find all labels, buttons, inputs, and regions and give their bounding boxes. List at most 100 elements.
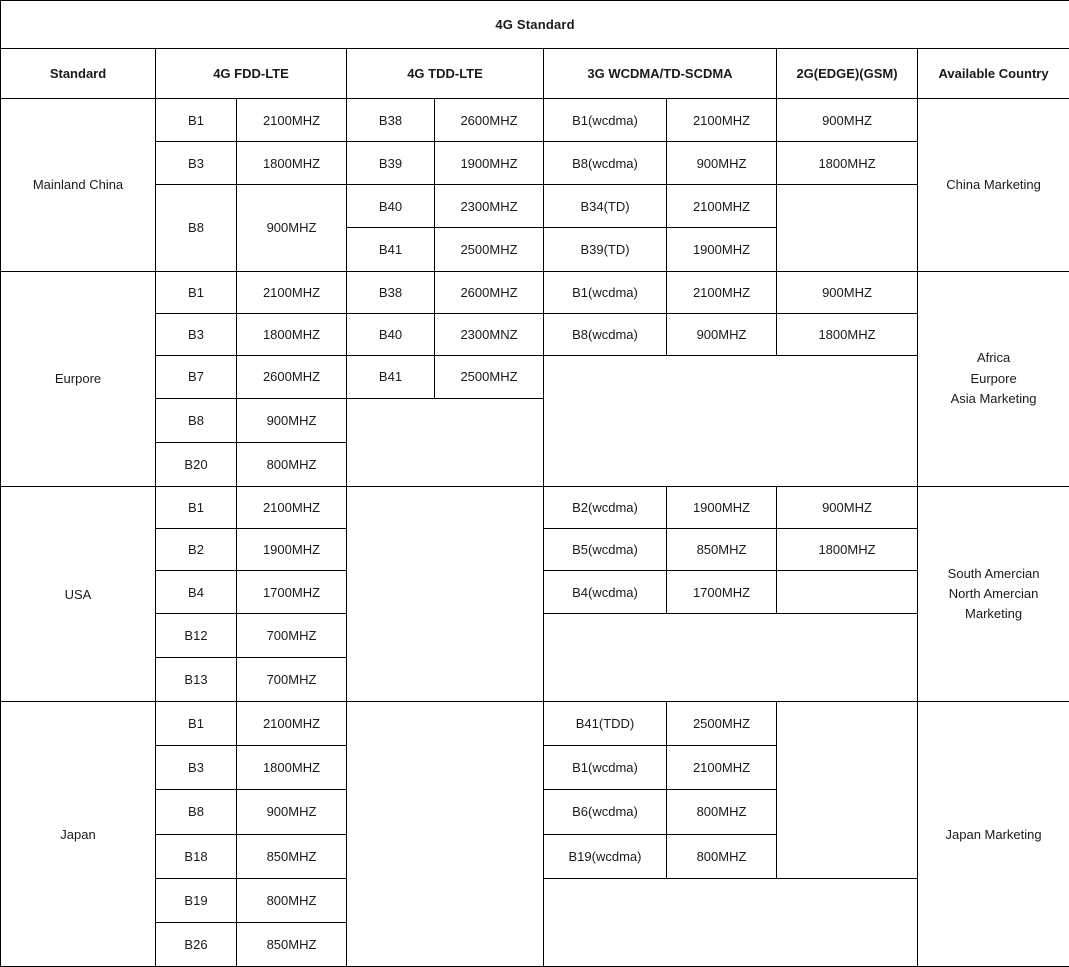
col-header-wcdma: 3G WCDMA/TD-SCDMA: [543, 48, 777, 100]
table-row: B7 2600MHZ B41 2500MHZ: [1, 354, 1069, 487]
table-row: Mainland China B1 2100MHZ B38 2600MHZ B1…: [0, 98, 1069, 272]
spreadsheet-sheet: 4G Standard Standard 4G FDD-LTE 4G TDD-L…: [0, 0, 1069, 967]
fdd-freq: 1900MHZ: [236, 527, 347, 572]
tdd-band: B38: [346, 98, 435, 143]
wcdma-freq: 2100MHZ: [666, 745, 777, 791]
fdd-freq: 850MHZ: [236, 921, 347, 967]
section-market-usa: South Amercian North Amercian Marketing: [916, 485, 1069, 703]
fdd-band: B19: [155, 877, 237, 923]
market-line: Eurpore: [970, 370, 1017, 386]
fdd-freq: 2100MHZ: [236, 270, 347, 314]
wcdma-freq: 1700MHZ: [666, 570, 777, 615]
fdd-band: B1: [155, 701, 237, 747]
tdd-band: B38: [346, 270, 435, 314]
fdd-freq: 1800MHZ: [236, 141, 347, 186]
col-header-gsm: 2G(EDGE)(GSM): [776, 48, 918, 100]
gsm-freq: 1800MHZ: [776, 141, 918, 186]
fdd-band: B8: [155, 184, 237, 272]
section-name-europe: Eurpore: [0, 270, 156, 487]
tdd-band: B41: [346, 354, 435, 399]
fdd-freq: 700MHZ: [236, 657, 347, 703]
table-row: B8 900MHZ B40 2300MHZ B34(TD) 2100MHZ: [1, 184, 1069, 272]
wcdma-freq: 900MHZ: [666, 312, 777, 356]
fdd-band: B1: [155, 485, 237, 529]
wcdma-band: B4(wcdma): [543, 570, 667, 615]
fdd-freq: 2600MHZ: [236, 354, 347, 399]
tdd-freq: 2500MHZ: [434, 227, 544, 272]
gsm-freq: 900MHZ: [776, 98, 918, 143]
fdd-freq: 1800MHZ: [236, 312, 347, 356]
page-title: 4G Standard: [0, 0, 1069, 50]
wcdma-band: B2(wcdma): [543, 485, 667, 529]
fdd-freq: 800MHZ: [236, 441, 347, 487]
wcdma-band: B1(wcdma): [543, 98, 667, 143]
market-line: Asia Marketing: [950, 390, 1037, 406]
tdd-freq: 1900MHZ: [434, 141, 544, 186]
wcdma-band: B39(TD): [543, 227, 667, 272]
wcdma-freq: 2100MHZ: [666, 98, 777, 143]
tdd-band: B41: [346, 227, 435, 272]
fdd-freq: 2100MHZ: [236, 98, 347, 143]
wcdma-freq: 850MHZ: [666, 527, 777, 572]
fdd-freq: 1800MHZ: [236, 745, 347, 791]
wcdma-gsm-empty: [543, 877, 918, 967]
wcdma-band: B1(wcdma): [543, 745, 667, 791]
tdd-band: B39: [346, 141, 435, 186]
gsm-empty: [776, 184, 918, 272]
tdd-empty: [346, 485, 544, 703]
table-row: USA B1 2100MHZ B2(wcdma) 1900MHZ 900MHZ …: [0, 485, 1069, 703]
market-line: North Amercian: [948, 586, 1039, 602]
wcdma-freq: 900MHZ: [666, 141, 777, 186]
gsm-freq: 1800MHZ: [776, 312, 918, 356]
wcdma-gsm-empty: [543, 354, 918, 487]
fdd-band: B20: [155, 441, 237, 487]
fdd-band: B8: [155, 397, 237, 443]
fdd-band: B26: [155, 921, 237, 967]
gsm-empty: [776, 701, 918, 879]
section-market-china: China Marketing: [916, 98, 1069, 272]
fdd-band: B13: [155, 657, 237, 703]
fdd-band: B3: [155, 141, 237, 186]
wcdma-band: B19(wcdma): [543, 833, 667, 879]
fdd-freq: 850MHZ: [236, 833, 347, 879]
fdd-band: B4: [155, 570, 237, 615]
fdd-freq: 700MHZ: [236, 613, 347, 659]
fdd-freq: 1700MHZ: [236, 570, 347, 615]
fdd-freq: 900MHZ: [236, 789, 347, 835]
gsm-freq: 900MHZ: [776, 270, 918, 314]
standards-table: 4G Standard Standard 4G FDD-LTE 4G TDD-L…: [0, 0, 1069, 967]
table-row: Japan B1 2100MHZ B41(TDD) 2500MHZ Japan …: [0, 701, 1069, 967]
fdd-band: B2: [155, 527, 237, 572]
section-market-europe: Africa Eurpore Asia Marketing: [916, 270, 1069, 487]
wcdma-band: B34(TD): [543, 184, 667, 229]
section-name-japan: Japan: [0, 701, 156, 967]
wcdma-freq: 800MHZ: [666, 789, 777, 835]
tdd-freq: 2600MHZ: [434, 270, 544, 314]
tdd-empty: [346, 397, 544, 487]
tdd-freq: 2500MHZ: [434, 354, 544, 399]
table-row: Eurpore B1 2100MHZ B38 2600MHZ B1(wcdma)…: [0, 270, 1069, 487]
fdd-band: B7: [155, 354, 237, 399]
gsm-empty: [776, 570, 918, 615]
gsm-freq: 1800MHZ: [776, 527, 918, 572]
fdd-freq: 900MHZ: [236, 184, 347, 272]
tdd-band: B40: [346, 184, 435, 229]
tdd-empty: [346, 701, 544, 967]
tdd-band: B40: [346, 312, 435, 356]
market-line: Marketing: [965, 606, 1023, 622]
fdd-freq: 2100MHZ: [236, 701, 347, 747]
wcdma-freq: 2500MHZ: [666, 701, 777, 747]
wcdma-freq: 2100MHZ: [666, 270, 777, 314]
market-line: South Amercian: [947, 565, 1040, 581]
title-row: 4G Standard: [0, 0, 1069, 50]
section-name-china: Mainland China: [0, 98, 156, 272]
tdd-freq: 2600MHZ: [434, 98, 544, 143]
fdd-freq: 800MHZ: [236, 877, 347, 923]
wcdma-band: B1(wcdma): [543, 270, 667, 314]
wcdma-band: B8(wcdma): [543, 312, 667, 356]
fdd-band: B8: [155, 789, 237, 835]
wcdma-gsm-empty: [543, 613, 918, 703]
wcdma-band: B8(wcdma): [543, 141, 667, 186]
wcdma-band: B6(wcdma): [543, 789, 667, 835]
fdd-freq: 900MHZ: [236, 397, 347, 443]
